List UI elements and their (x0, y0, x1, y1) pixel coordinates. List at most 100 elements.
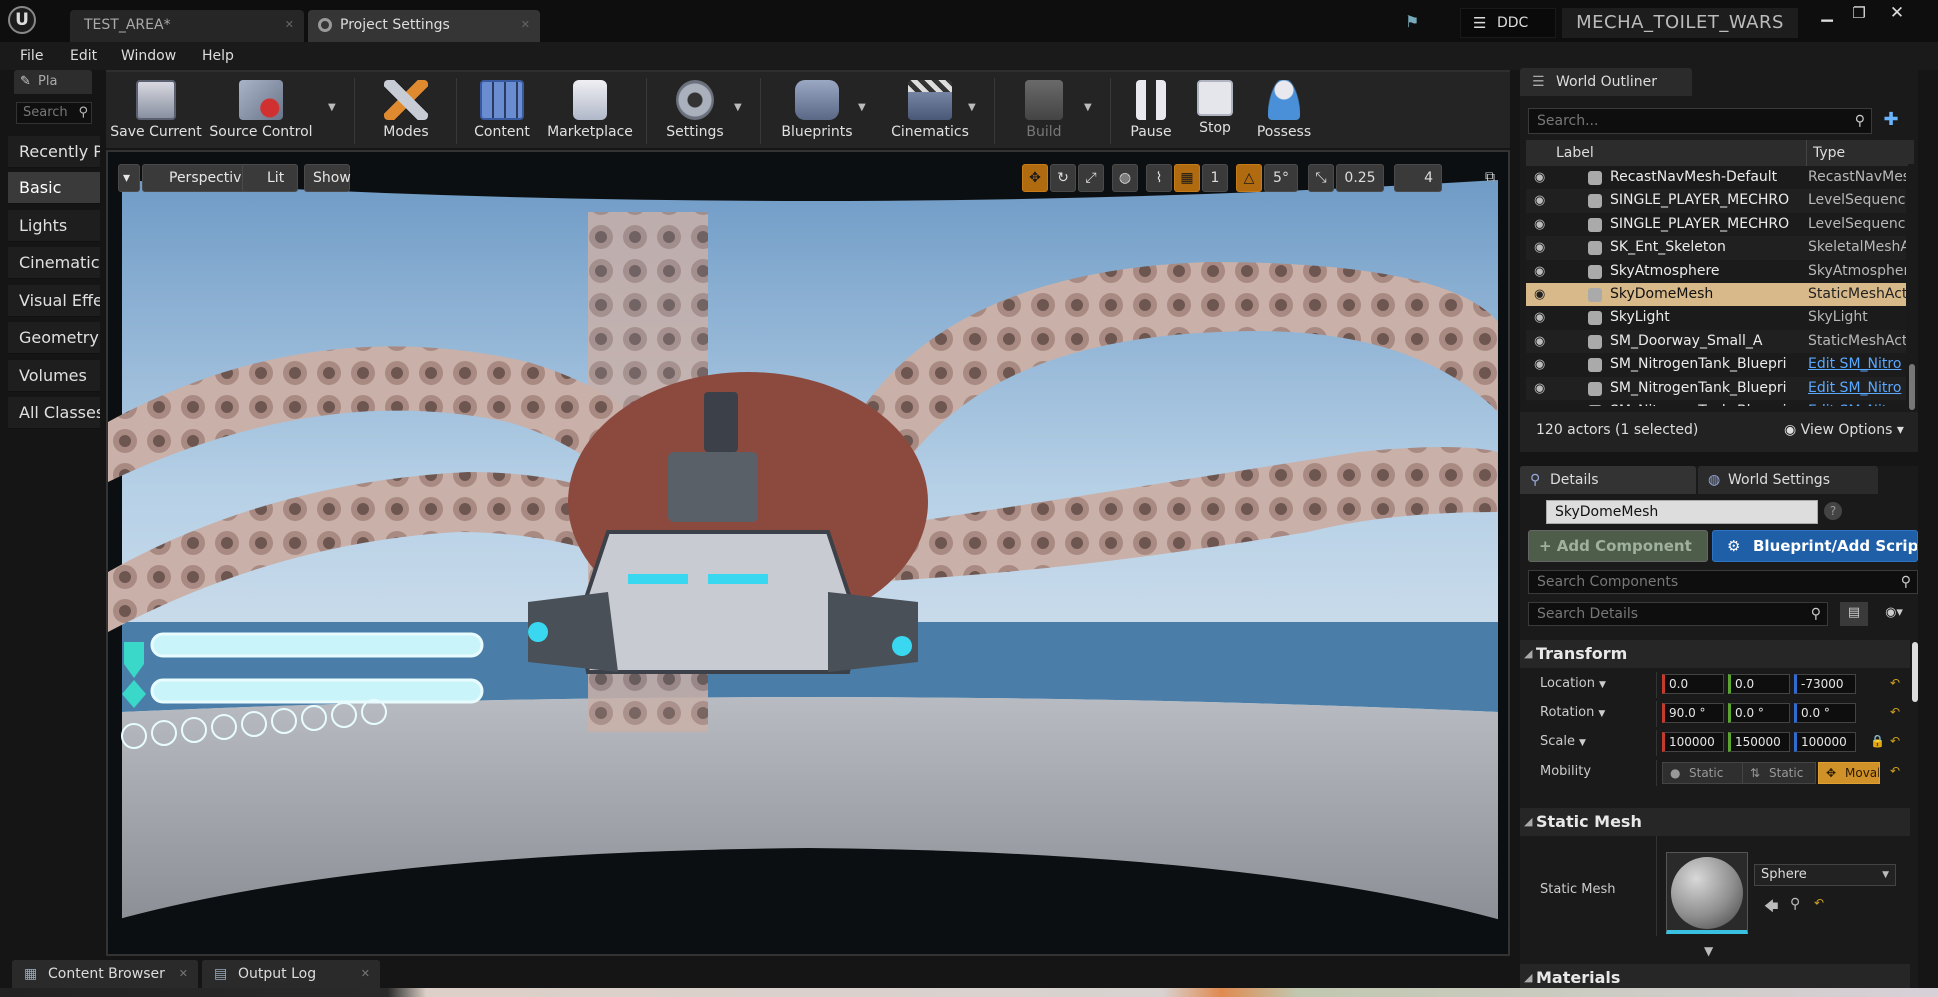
visibility-eye-icon[interactable]: ◉ (1534, 260, 1545, 283)
lock-icon[interactable]: 🔒 (1870, 734, 1885, 748)
unreal-logo-icon[interactable]: U (8, 6, 36, 34)
scale-label[interactable]: Scale ▼ (1540, 734, 1586, 749)
game-scene[interactable] (108, 152, 1508, 954)
transform-section-header[interactable]: ◢ Transform (1520, 640, 1910, 668)
outliner-row[interactable]: ◉ SM_NitrogenTank_Bluepri Edit SM_Nitro (1526, 376, 1906, 400)
scale-y-field[interactable]: 150000 (1728, 732, 1790, 752)
search-components-input[interactable]: Search Components ⚲ (1528, 570, 1918, 594)
close-icon[interactable]: ✕ (285, 10, 294, 40)
world-space-icon[interactable]: ◍ (1112, 164, 1138, 192)
rotation-snap-value[interactable]: 5° (1264, 164, 1298, 192)
actor-type[interactable]: Edit SM_Nitro (1808, 400, 1906, 406)
place-category-all-classes[interactable]: All Classes (8, 397, 100, 429)
outliner-row[interactable]: ◉ SkyLight SkyLight (1526, 306, 1906, 330)
place-category-basic[interactable]: Basic (8, 172, 100, 204)
visibility-eye-icon[interactable]: ◉ (1534, 236, 1545, 259)
rotation-snap-icon[interactable]: △ (1236, 164, 1262, 192)
static-mesh-select[interactable]: Sphere ▼ (1754, 864, 1896, 886)
place-category-recently-placed[interactable]: Recently Placed (8, 136, 100, 168)
visibility-eye-icon[interactable]: ◉ (1534, 377, 1545, 400)
scrollbar-thumb[interactable] (1912, 642, 1918, 702)
visibility-eye-icon[interactable]: ◉ (1534, 283, 1545, 306)
visibility-eye-icon[interactable]: ◉ (1534, 306, 1545, 329)
outliner-row[interactable]: ◉ SM_NitrogenTank_Bluepri Edit SM_Nitro (1526, 353, 1906, 377)
close-icon[interactable]: ✕ (521, 10, 530, 40)
location-y-field[interactable]: 0.0 (1728, 674, 1790, 694)
mobility-static-button[interactable]: ● Static (1662, 762, 1746, 784)
view-options-button[interactable]: ◉ View Options ▾ (1784, 422, 1904, 438)
reset-to-default-icon[interactable]: ↶ (1890, 734, 1900, 748)
scale-x-field[interactable]: 100000 (1662, 732, 1724, 752)
outliner-row[interactable]: ◉ SINGLE_PLAYER_MECHRO LevelSequence (1526, 189, 1906, 213)
reset-to-default-icon[interactable]: ↶ (1814, 896, 1824, 910)
cinematics-button[interactable]: Cinematics (878, 72, 982, 150)
place-category-cinematic[interactable]: Cinematic (8, 247, 100, 279)
menu-file[interactable]: File (20, 48, 43, 64)
rotation-x-field[interactable]: 90.0 ° (1662, 703, 1724, 723)
pause-button[interactable]: Pause (1120, 72, 1182, 150)
surface-snap-icon[interactable]: ⌇ (1146, 164, 1172, 192)
mobility-stationary-button[interactable]: ⇅ Static (1742, 762, 1816, 784)
blueprints-button[interactable]: Blueprints (770, 72, 864, 150)
chevron-down-icon[interactable]: ▼ (858, 102, 866, 113)
show-button[interactable]: Show (304, 164, 351, 192)
scale-snap-icon[interactable]: ⤡ (1308, 164, 1334, 192)
tab-place[interactable]: ✎ Pla (14, 70, 92, 94)
place-search-input[interactable]: Search ⚲ (16, 102, 92, 124)
modes-button[interactable]: Modes (362, 72, 450, 150)
actor-type[interactable]: Edit SM_Nitro (1808, 353, 1906, 376)
tab-project-settings[interactable]: Project Settings ✕ (308, 10, 540, 42)
place-category-geometry[interactable]: Geometry (8, 322, 100, 354)
column-type[interactable]: Type (1806, 140, 1845, 166)
static-mesh-thumbnail[interactable] (1666, 852, 1748, 934)
details-scrollbar[interactable] (1912, 634, 1918, 994)
location-label[interactable]: Location ▼ (1540, 676, 1606, 691)
menu-window[interactable]: Window (121, 48, 176, 64)
notification-icon[interactable]: ⚑ (1405, 12, 1427, 32)
outliner-scrollbar[interactable] (1908, 164, 1916, 410)
tab-output-log[interactable]: ▤ Output Log ✕ (202, 960, 380, 988)
rotation-label[interactable]: Rotation ▼ (1540, 705, 1605, 720)
camera-speed-button[interactable]: 4 (1394, 164, 1442, 192)
tab-details[interactable]: ⚲ Details (1520, 466, 1696, 494)
search-details-input[interactable]: Search Details ⚲ (1528, 602, 1828, 626)
maximize-button[interactable]: ❐ (1844, 4, 1874, 24)
tab-world-outliner[interactable]: ☰ World Outliner (1520, 68, 1692, 96)
chevron-down-icon[interactable]: ▼ (1084, 102, 1092, 113)
content-button[interactable]: Content (462, 72, 542, 150)
outliner-row[interactable]: ◉ SK_Ent_Skeleton SkeletalMeshA (1526, 236, 1906, 260)
settings-button[interactable]: Settings (652, 72, 738, 150)
actor-name-field[interactable]: SkyDomeMesh (1546, 500, 1818, 524)
rotate-tool-icon[interactable]: ↻ (1050, 164, 1076, 192)
place-category-lights[interactable]: Lights (8, 210, 100, 242)
outliner-row[interactable]: ◉ SM_NitrogenTank_Bluepri Edit SM_Nitro (1526, 399, 1906, 406)
add-folder-icon[interactable]: ✚ (1878, 108, 1904, 134)
actor-type[interactable]: Edit SM_Nitro (1808, 377, 1906, 400)
viewport-options-button[interactable]: ▾ (118, 164, 140, 192)
reset-to-default-icon[interactable]: ↶ (1890, 705, 1900, 719)
add-component-button[interactable]: + Add Component (1528, 530, 1708, 562)
outliner-row[interactable]: ◉ SM_Doorway_Small_A StaticMeshActo (1526, 329, 1906, 354)
outliner-row[interactable]: ◉ RecastNavMesh-Default RecastNavMes (1526, 166, 1906, 190)
property-matrix-icon[interactable]: ▤ (1840, 602, 1868, 626)
outliner-row[interactable]: ◉ SkyDomeMesh StaticMeshActo (1526, 282, 1906, 307)
close-window-button[interactable]: ✕ (1882, 4, 1912, 24)
menu-help[interactable]: Help (202, 48, 234, 64)
rotation-z-field[interactable]: 0.0 ° (1794, 703, 1856, 723)
scrollbar-thumb[interactable] (1909, 364, 1915, 410)
scale-tool-icon[interactable]: ⤢ (1078, 164, 1104, 192)
stop-button[interactable]: Stop (1184, 72, 1246, 150)
browse-icon[interactable]: ⚲ (1790, 896, 1800, 912)
outliner-search-input[interactable]: Search... ⚲ (1528, 108, 1872, 134)
tab-content-browser[interactable]: ▦ Content Browser ✕ (12, 960, 198, 988)
eye-icon[interactable]: ◉▾ (1876, 602, 1912, 626)
level-viewport[interactable]: ▾ Perspective Lit Show ✥ ↻ ⤢ ◍ ⌇ ▦ 1 △ 5… (106, 150, 1510, 956)
reset-to-default-icon[interactable]: ↶ (1890, 764, 1900, 778)
menu-edit[interactable]: Edit (70, 48, 97, 64)
blueprint-add-script-button[interactable]: ⚙ Blueprint/Add Script (1712, 530, 1918, 562)
translate-tool-icon[interactable]: ✥ (1022, 164, 1048, 192)
visibility-eye-icon[interactable]: ◉ (1534, 400, 1545, 406)
chevron-down-icon[interactable]: ▼ (328, 102, 336, 113)
close-icon[interactable]: ✕ (179, 960, 188, 988)
tab-test-area[interactable]: TEST_AREA* ✕ (70, 10, 304, 42)
